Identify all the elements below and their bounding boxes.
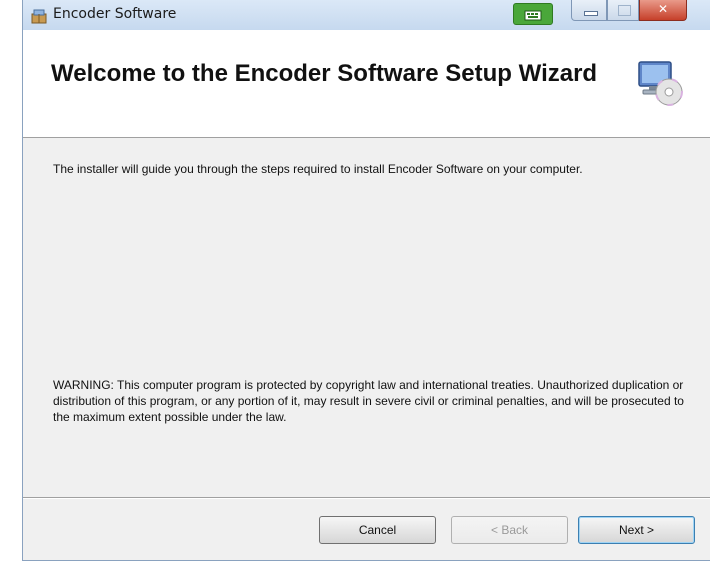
minimize-button[interactable] [571,0,607,21]
installer-box-icon [31,8,47,24]
cancel-button[interactable]: Cancel [319,516,436,544]
keyboard-language-icon[interactable] [513,3,553,25]
intro-text: The installer will guide you through the… [53,162,583,176]
page-title: Welcome to the Encoder Software Setup Wi… [51,60,598,87]
next-button[interactable]: Next > [578,516,695,544]
title-bar[interactable]: Encoder Software ✕ [23,0,710,30]
copyright-warning: WARNING: This computer program is protec… [53,378,684,424]
maximize-icon [618,5,631,16]
setup-wizard-window: Encoder Software ✕ Welcome to the Encode [22,0,710,561]
button-separator [23,497,710,499]
close-icon: ✕ [657,2,669,16]
window-title: Encoder Software [53,6,177,22]
computer-disc-icon [635,58,685,113]
back-button: < Back [451,516,568,544]
wizard-banner: Welcome to the Encoder Software Setup Wi… [23,30,710,138]
maximize-button [607,0,639,21]
minimize-icon [584,11,598,16]
close-button[interactable]: ✕ [639,0,687,21]
window-controls: ✕ [571,0,705,22]
